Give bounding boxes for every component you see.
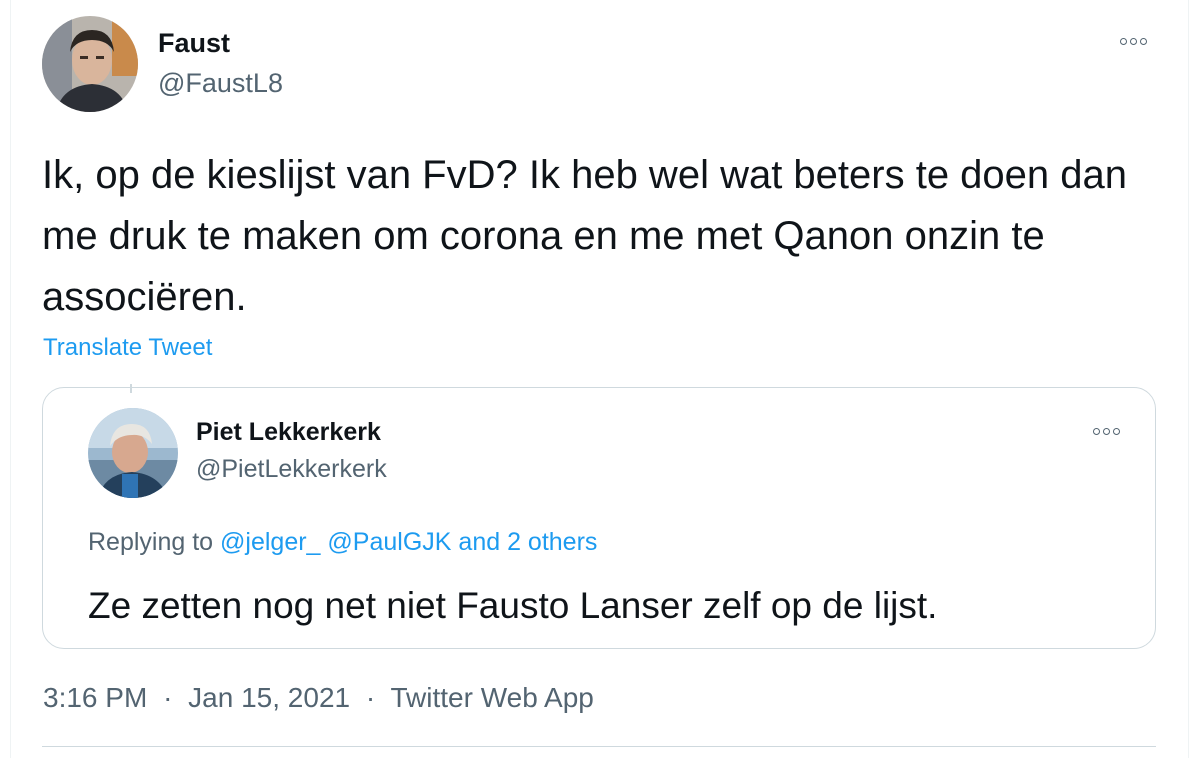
- replying-to: Replying to @jelger_ @PaulGJK and 2 othe…: [88, 528, 597, 557]
- right-border: [1188, 0, 1189, 758]
- user-avatar-icon: [88, 408, 178, 498]
- translate-tweet-link[interactable]: Translate Tweet: [43, 334, 212, 362]
- more-options-icon[interactable]: [1120, 38, 1147, 45]
- quoted-author-avatar[interactable]: [88, 408, 178, 498]
- divider: [42, 746, 1156, 747]
- tweet-detail: Faust @FaustL8 Ik, op de kieslijst van F…: [0, 0, 1200, 758]
- others-link[interactable]: and 2 others: [458, 528, 597, 556]
- author-handle[interactable]: @FaustL8: [158, 68, 283, 99]
- meta-separator: ·: [365, 682, 376, 713]
- tweet-text: Ik, op de kieslijst van FvD? Ik heb wel …: [42, 153, 1128, 319]
- mention-link[interactable]: @jelger_: [220, 528, 320, 556]
- meta-separator: ·: [163, 682, 173, 713]
- tweet-source[interactable]: Twitter Web App: [390, 682, 593, 713]
- left-border: [10, 0, 11, 758]
- tweet-time[interactable]: 3:16 PM: [43, 682, 147, 713]
- author-avatar[interactable]: [42, 16, 138, 112]
- tweet-meta: 3:16 PM · Jan 15, 2021 · Twitter Web App: [43, 682, 594, 714]
- quoted-author-handle[interactable]: @PietLekkerkerk: [196, 455, 387, 484]
- user-avatar-icon: [42, 16, 138, 112]
- quoted-tweet-text: Ze zetten nog net niet Fausto Lanser zel…: [88, 585, 938, 626]
- tweet-date[interactable]: Jan 15, 2021: [188, 682, 350, 713]
- mention-link[interactable]: @PaulGJK: [327, 528, 451, 556]
- replying-prefix: Replying to: [88, 528, 214, 556]
- quoted-more-options-icon[interactable]: [1093, 428, 1120, 435]
- quoted-author-name[interactable]: Piet Lekkerkerk: [196, 418, 381, 447]
- author-name[interactable]: Faust: [158, 28, 230, 59]
